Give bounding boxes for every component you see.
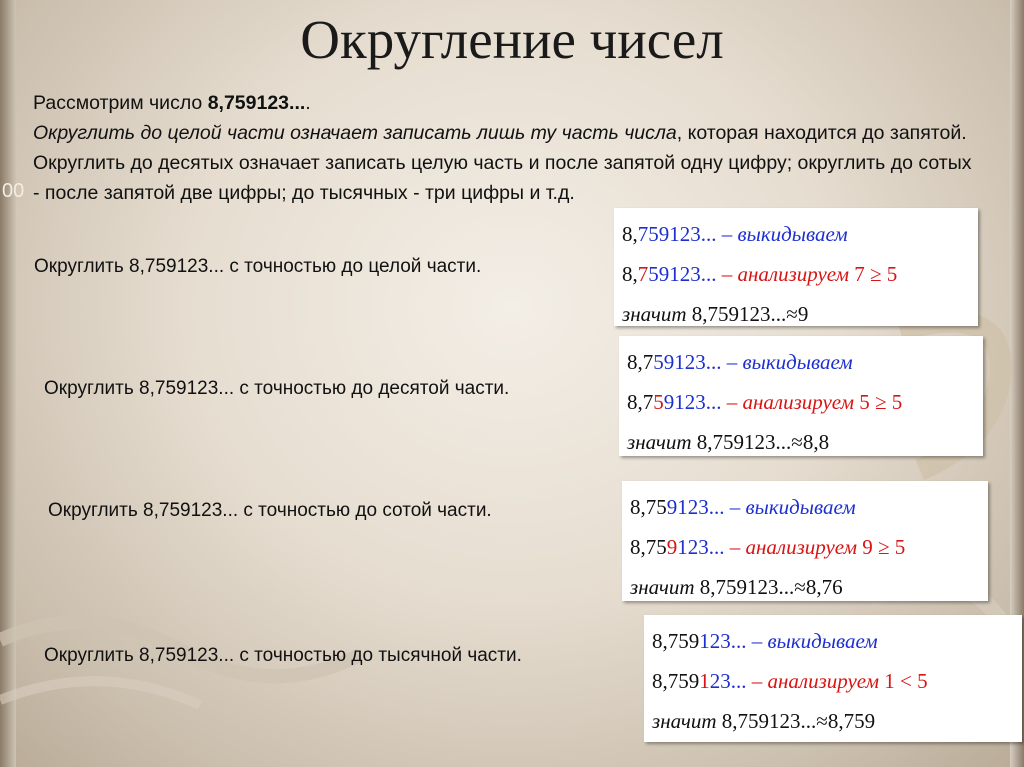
example-2-box: 8,759123... – выкидываем 8,759123... – а… [619, 336, 983, 456]
example-3-box: 8,759123... – выкидываем 8,759123... – а… [622, 481, 988, 601]
example-4-label: Округлить 8,759123... с точностью до тыс… [44, 645, 522, 666]
intro-definition: Округлить до целой части означает записа… [33, 122, 677, 144]
example-1-box: 8,759123... – выкидываем 8,759123... – а… [614, 208, 978, 326]
example-4-box: 8,759123... – выкидываем 8,759123... – а… [644, 615, 1022, 742]
page-title: Округление чисел [300, 9, 724, 70]
example-1-label: Округлить 8,759123... с точностью до цел… [34, 256, 482, 277]
decor-digits: 00 [2, 180, 25, 202]
intro-paragraph: Рассмотрим число 8,759123.... Округлить … [33, 92, 972, 204]
intro-lead: Рассмотрим число [33, 92, 208, 114]
example-3-label: Округлить 8,759123... с точностью до сот… [48, 500, 492, 521]
intro-number: 8,759123... [207, 92, 306, 114]
example-2-label: Округлить 8,759123... с точностью до дес… [44, 378, 510, 399]
